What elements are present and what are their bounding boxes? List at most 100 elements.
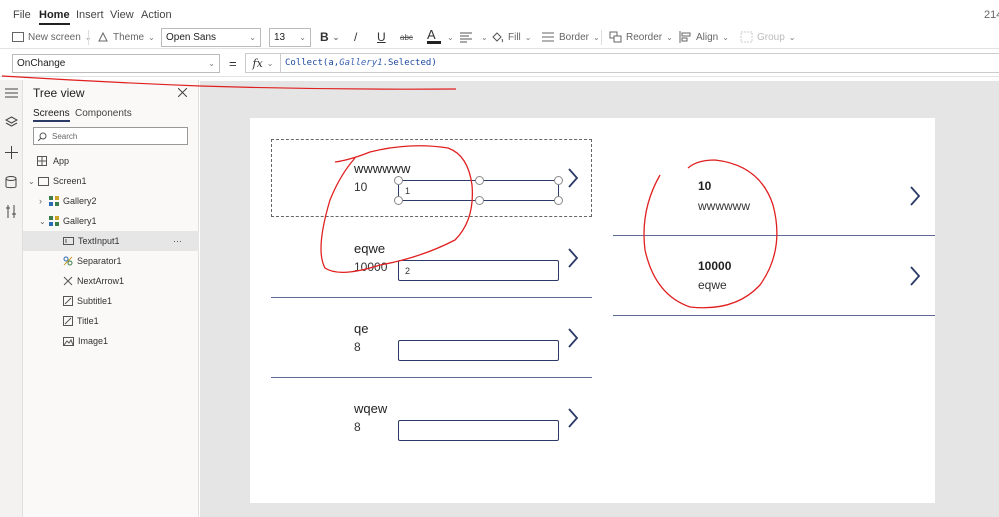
gallery1-item-subtitle[interactable]: 8	[354, 420, 361, 434]
tab-components[interactable]: Components	[75, 108, 132, 119]
tree-item-nextarrow1[interactable]: NextArrow1	[23, 271, 199, 291]
more-options-icon[interactable]: ···	[173, 236, 182, 246]
next-arrow-icon[interactable]	[567, 168, 579, 188]
group-icon	[740, 31, 753, 43]
reorder-button[interactable]: Reorder ⌄	[609, 29, 673, 45]
gallery1-item-subtitle[interactable]: 10	[354, 180, 367, 194]
menu-action[interactable]: Action	[141, 9, 172, 21]
screen1[interactable]: wwwwww 10 1 eqwe 10000 2 qe 8 wqew 8 10 …	[250, 118, 935, 503]
database-icon[interactable]	[5, 176, 17, 189]
label-icon	[63, 316, 73, 326]
gallery1-text-input[interactable]	[398, 340, 559, 361]
strikethrough-button[interactable]: abc	[400, 29, 413, 45]
next-arrow-icon[interactable]	[909, 186, 921, 206]
tools-icon[interactable]	[5, 205, 17, 218]
hamburger-icon[interactable]	[5, 88, 18, 98]
property-select[interactable]: OnChange ⌄	[12, 54, 220, 73]
close-icon[interactable]	[178, 88, 187, 97]
tree-item-subtitle1[interactable]: Subtitle1	[23, 291, 199, 311]
tree-item-label: Separator1	[77, 256, 122, 266]
resize-handle[interactable]	[475, 176, 484, 185]
tree-item-image1[interactable]: Image1	[23, 331, 199, 351]
next-arrow-icon[interactable]	[567, 408, 579, 428]
chevron-down-icon: ⌄	[332, 32, 340, 42]
gallery1-item-title[interactable]: eqwe	[354, 241, 385, 256]
ribbon-toolbar: New screen⌄ Theme⌄ Open Sans⌄ 13⌄ B⌄ / U…	[0, 25, 999, 49]
font-color-dropdown[interactable]: ⌄	[443, 29, 454, 45]
menu-view[interactable]: View	[110, 9, 134, 21]
resize-handle[interactable]	[554, 196, 563, 205]
gallery1-separator	[271, 297, 592, 298]
resize-handle[interactable]	[554, 176, 563, 185]
chevron-down-icon[interactable]: ⌄	[39, 217, 49, 226]
next-arrow-icon[interactable]	[567, 328, 579, 348]
align-button[interactable]: Align ⌄	[679, 29, 729, 45]
resize-handle[interactable]	[475, 196, 484, 205]
gallery-icon	[49, 216, 59, 226]
underline-button[interactable]: U	[377, 29, 386, 45]
group-button[interactable]: Group ⌄	[740, 29, 796, 45]
fill-button[interactable]: Fill ⌄	[491, 29, 531, 45]
menu-insert[interactable]: Insert	[76, 9, 104, 21]
gallery1-text-input[interactable]	[398, 420, 559, 441]
tree-item-title1[interactable]: Title1	[23, 311, 199, 331]
menu-home[interactable]: Home	[39, 9, 70, 25]
formula-rest: .Selected)	[382, 58, 437, 68]
gallery2-item-subtitle[interactable]: eqwe	[698, 278, 727, 292]
font-size-select[interactable]: 13 ⌄	[269, 28, 311, 47]
align-icon	[679, 31, 691, 43]
gallery1-item-subtitle[interactable]: 10000	[354, 260, 387, 274]
fx-button[interactable]: fx ⌄	[245, 53, 281, 73]
toolbar-divider	[88, 30, 89, 45]
new-screen-button[interactable]: New screen⌄	[12, 29, 92, 45]
tree-item-textinput1[interactable]: TextInput1 ···	[23, 231, 199, 251]
canvas-area: wwwwww 10 1 eqwe 10000 2 qe 8 wqew 8 10 …	[200, 81, 999, 517]
next-arrow-icon[interactable]	[567, 248, 579, 268]
chevron-down-icon: ⌄	[524, 32, 532, 42]
gallery1-item-subtitle[interactable]: 8	[354, 340, 361, 354]
next-arrow-icon[interactable]	[909, 266, 921, 286]
font-select[interactable]: Open Sans ⌄	[161, 28, 261, 47]
italic-button[interactable]: /	[354, 29, 357, 45]
menu-file[interactable]: File	[13, 9, 31, 21]
tree-item-separator1[interactable]: Separator1	[23, 251, 199, 271]
resize-handle[interactable]	[394, 196, 403, 205]
text-align-button[interactable]: ⌄	[459, 29, 488, 45]
tree-item-gallery2[interactable]: › Gallery2	[23, 191, 199, 211]
gallery1-item-title[interactable]: wqew	[354, 401, 387, 416]
plus-icon[interactable]	[5, 146, 18, 159]
gallery2-item-subtitle[interactable]: wwwwww	[698, 199, 750, 213]
tree-item-gallery1[interactable]: ⌄ Gallery1	[23, 211, 199, 231]
search-icon	[38, 132, 47, 141]
tree-item-app[interactable]: App	[23, 151, 199, 171]
search-input[interactable]: Search	[33, 127, 188, 145]
chevron-down-icon: ⌄	[788, 32, 796, 42]
gallery1-item-title[interactable]: wwwwww	[354, 161, 410, 176]
theme-button[interactable]: Theme ⌄	[97, 29, 155, 45]
gallery1-selected-item[interactable]	[271, 139, 592, 217]
gallery2-item-title[interactable]: 10000	[698, 259, 731, 273]
toolbar-divider	[601, 30, 602, 45]
tree-item-screen1[interactable]: ⌄ Screen1	[23, 171, 199, 191]
chevron-down-icon: ⌄	[666, 32, 673, 42]
resize-handle[interactable]	[394, 176, 403, 185]
chevron-right-icon[interactable]: ›	[39, 196, 49, 206]
separator-icon	[63, 256, 73, 266]
layers-icon[interactable]	[5, 116, 18, 128]
font-color-button[interactable]: A	[427, 28, 441, 45]
tree-item-label: Gallery1	[63, 216, 97, 226]
chevron-down-icon: ⌄	[481, 32, 488, 42]
bold-button[interactable]: B ⌄	[320, 29, 339, 45]
align-label: Align	[696, 31, 719, 43]
gallery1-item-title[interactable]: qe	[354, 321, 368, 336]
chevron-down-icon[interactable]: ⌄	[28, 177, 38, 186]
font-color-swatch	[427, 41, 441, 44]
tree-item-label: TextInput1	[78, 236, 120, 246]
formula-input[interactable]: Collect(a,Gallery1.Selected)	[281, 53, 999, 73]
tab-screens[interactable]: Screens	[33, 108, 70, 122]
gallery2-item-title[interactable]: 10	[698, 179, 711, 193]
new-screen-label: New screen	[28, 31, 81, 43]
border-button[interactable]: Border ⌄	[541, 29, 600, 45]
tree-item-label: Gallery2	[63, 196, 97, 206]
gallery1-text-input[interactable]: 2	[398, 260, 559, 281]
